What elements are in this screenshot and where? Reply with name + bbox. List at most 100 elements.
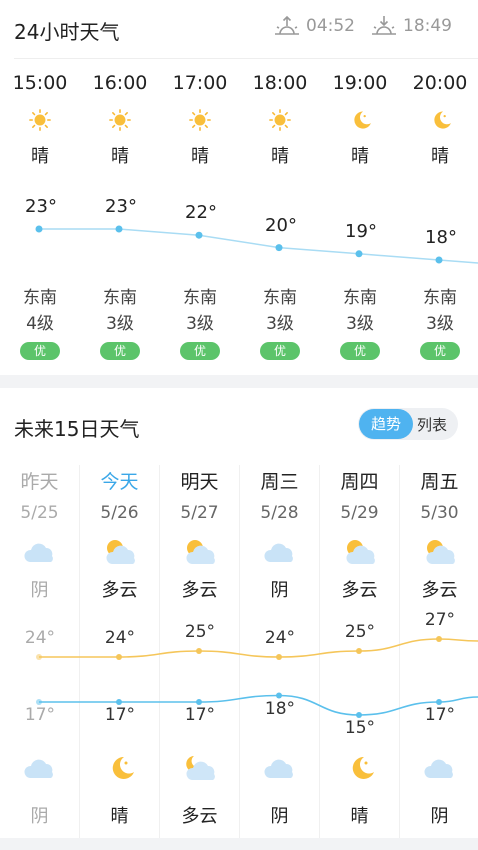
day-date: 5/27 (180, 503, 219, 523)
aqi-badge: 优 (340, 342, 380, 360)
hour-time: 15:00 (12, 72, 68, 94)
partly-cloudy-icon (185, 540, 215, 564)
hour-time: 17:00 (172, 72, 228, 94)
day-column[interactable]: 周五 5/30 多云阴 (400, 465, 478, 838)
night-condition: 阴 (30, 806, 49, 827)
partly-cloudy-icon (425, 540, 455, 564)
hour-condition: 晴 (111, 146, 129, 167)
aqi-badge: 优 (100, 342, 140, 360)
night-condition: 多云 (181, 806, 218, 827)
wind-direction: 东南 (263, 288, 297, 308)
day-name: 明天 (180, 471, 219, 493)
hour-condition: 晴 (431, 146, 449, 167)
day-name: 周五 (420, 471, 459, 493)
high-temp-label: 24° (104, 628, 136, 648)
wind-level: 3级 (426, 314, 454, 334)
hour-column: 17:00 晴 (160, 72, 240, 168)
day-condition: 多云 (421, 580, 458, 601)
low-temp-label: 17° (184, 705, 216, 725)
view-toggle[interactable]: 趋势 列表 (358, 408, 458, 440)
day-date: 5/25 (20, 503, 59, 523)
sun-icon (189, 109, 211, 131)
hour-condition: 晴 (191, 146, 209, 167)
day-column[interactable]: 周三 5/28 阴阴 (240, 465, 320, 838)
day-name: 今天 (100, 471, 139, 493)
low-temp-label: 18° (264, 698, 296, 719)
hour-time: 18:00 (252, 72, 308, 94)
cloudy-night-icon (186, 756, 215, 780)
hour-wind: 东南 4级优 (0, 285, 80, 363)
hourly-temp-point (275, 244, 283, 252)
trend-tab[interactable]: 趋势 (359, 409, 413, 439)
hour-wind: 东南 3级优 (400, 285, 478, 363)
divider (14, 58, 478, 59)
wind-level: 3级 (266, 314, 294, 334)
day-column[interactable]: 昨天 5/25 阴阴 (0, 465, 80, 838)
hourly-temp-line (39, 228, 478, 264)
sunrise: 04:52 (272, 14, 355, 38)
sunset-icon (372, 16, 396, 35)
hourly-temp-point (355, 250, 363, 258)
hour-condition: 晴 (271, 146, 289, 167)
hourly-forecast-card: 24小时天气 04:52 18:49 15:00 晴东南 4级优 16:00 晴东南 3级… (0, 0, 478, 375)
cloud-icon (24, 759, 53, 778)
wind-direction: 东南 (23, 288, 57, 308)
cloud-icon (263, 543, 293, 562)
sun-icon (269, 109, 291, 131)
hour-column: 18:00 晴 (240, 72, 320, 168)
low-temp-label: 17° (24, 705, 56, 725)
hourly-title: 24小时天气 (14, 20, 120, 44)
hour-time: 19:00 (332, 72, 388, 94)
day-date: 5/29 (340, 503, 379, 523)
moon-icon (354, 111, 371, 129)
high-temp-label: 25° (184, 622, 216, 642)
day-condition: 多云 (341, 580, 378, 601)
day-column[interactable]: 今天 5/26 多云晴 (80, 465, 160, 838)
low-temp-label: 17° (104, 705, 136, 725)
aqi-badge: 优 (420, 342, 460, 360)
hour-temp: 22° (185, 202, 217, 224)
sunset: 18:49 (369, 14, 452, 38)
list-tab[interactable]: 列表 (413, 414, 447, 435)
wind-level: 3级 (346, 314, 374, 334)
high-temp-label: 24° (264, 628, 296, 648)
wind-direction: 东南 (183, 288, 217, 308)
day-column[interactable]: 周四 5/29 多云晴 (320, 465, 400, 838)
moon-icon (352, 756, 374, 779)
hour-column: 15:00 晴 (0, 72, 80, 168)
hour-column: 19:00 晴 (320, 72, 400, 168)
hourly-temp-point (435, 256, 443, 264)
hour-time: 20:00 (412, 72, 468, 94)
sun-icon (29, 109, 51, 131)
hour-wind: 东南 3级优 (320, 285, 400, 363)
day-date: 5/28 (260, 503, 299, 523)
hour-wind: 东南 3级优 (240, 285, 320, 363)
hour-condition: 晴 (31, 146, 49, 167)
day-date: 5/26 (100, 503, 139, 523)
moon-icon (434, 111, 451, 129)
low-temp-label: 15° (344, 718, 376, 738)
sun-icon (109, 109, 131, 131)
day-condition: 多云 (181, 580, 218, 601)
cloud-icon (23, 543, 53, 562)
day-name: 周四 (340, 471, 379, 493)
partly-cloudy-icon (345, 540, 375, 564)
sunset-time: 18:49 (403, 16, 452, 36)
day-name: 周三 (260, 471, 299, 493)
hour-temp: 23° (105, 196, 137, 217)
aqi-badge: 优 (180, 342, 220, 360)
wind-direction: 东南 (423, 288, 457, 308)
hour-wind: 东南 3级优 (80, 285, 160, 363)
low-temp-label: 17° (424, 705, 456, 725)
high-temp-label: 24° (24, 628, 56, 648)
hourly-temp-point (35, 225, 43, 233)
hour-temp: 18° (425, 227, 457, 248)
hour-column: 16:00 晴 (80, 72, 160, 168)
wind-direction: 东南 (103, 288, 137, 308)
day-column[interactable]: 明天 5/27 多云 多云 (160, 465, 240, 838)
hour-wind: 东南 3级优 (160, 285, 240, 363)
hour-condition: 晴 (351, 146, 369, 167)
partly-cloudy-icon (105, 540, 135, 564)
wind-level: 4级 (26, 314, 54, 334)
wind-level: 3级 (186, 314, 214, 334)
